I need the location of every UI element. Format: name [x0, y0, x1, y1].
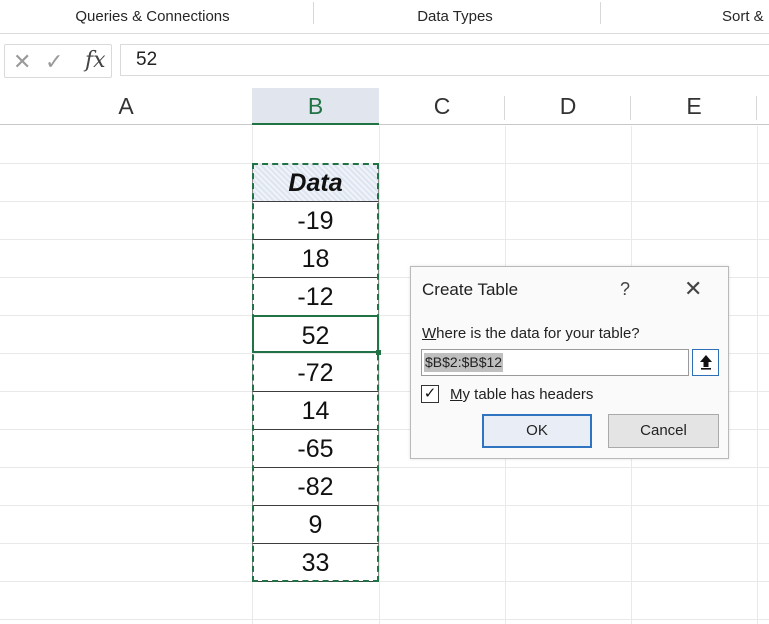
grid-line: [0, 543, 769, 544]
column-separator: [504, 96, 505, 120]
prompt-accelerator: W: [422, 325, 437, 342]
column-header-a[interactable]: A: [0, 88, 252, 125]
prompt-text: here is the data for your table?: [436, 325, 640, 342]
column-header-d[interactable]: D: [505, 88, 631, 125]
ribbon-separator: [600, 2, 601, 24]
close-button[interactable]: ✕: [684, 276, 702, 302]
formula-bar: ✕ ✓ fx 52: [0, 34, 769, 88]
range-input[interactable]: $B$2:$B$12: [421, 349, 689, 376]
create-table-dialog: Create Table ? ✕ Where is the data for y…: [410, 266, 729, 459]
table-header-cell[interactable]: Data: [252, 164, 379, 202]
headers-checkbox[interactable]: ✓: [421, 385, 439, 403]
range-prompt-label: Where is the data for your table?: [422, 325, 640, 342]
table-cell[interactable]: 33: [252, 544, 379, 582]
table-cell[interactable]: 18: [252, 240, 379, 278]
collapse-dialog-button[interactable]: [692, 349, 719, 376]
column-header-b[interactable]: B: [252, 88, 379, 125]
grid-line: [379, 126, 380, 624]
data-types-group[interactable]: Data Types: [390, 0, 520, 33]
column-separator: [630, 96, 631, 120]
table-cell[interactable]: -65: [252, 430, 379, 468]
table-cell[interactable]: 9: [252, 506, 379, 544]
ribbon-separator: [313, 2, 314, 24]
help-button[interactable]: ?: [620, 279, 630, 300]
grid-line: [0, 619, 769, 620]
checkbox-label-text: y table has headers: [462, 386, 594, 403]
table-cell[interactable]: -72: [252, 354, 379, 392]
check-icon[interactable]: ✓: [45, 49, 63, 75]
dialog-title: Create Table: [422, 280, 519, 299]
cancel-button[interactable]: Cancel: [608, 414, 719, 448]
grid-line: [0, 239, 769, 240]
ok-button[interactable]: OK: [482, 414, 592, 448]
fx-icon[interactable]: fx: [85, 48, 106, 73]
formula-icons: ✕ ✓ fx: [4, 44, 112, 78]
grid-line: [0, 201, 769, 202]
grid-line: [757, 126, 758, 624]
table-cell[interactable]: -82: [252, 468, 379, 506]
grid-line: [0, 467, 769, 468]
column-separator: [756, 96, 757, 120]
formula-input[interactable]: 52: [120, 44, 769, 76]
sort-filter-group[interactable]: Sort &: [722, 0, 769, 33]
table-cell[interactable]: -12: [252, 278, 379, 316]
headers-checkbox-label[interactable]: My table has headers: [450, 386, 593, 403]
column-header-c[interactable]: C: [379, 88, 505, 125]
table-cell[interactable]: -19: [252, 202, 379, 240]
checkbox-accelerator: M: [450, 386, 463, 403]
column-header-e[interactable]: E: [631, 88, 757, 125]
grid-line: [0, 163, 769, 164]
table-cell[interactable]: 14: [252, 392, 379, 430]
column-header-f[interactable]: [757, 88, 769, 125]
up-arrow-icon: [699, 355, 712, 370]
range-input-value: $B$2:$B$12: [424, 353, 504, 372]
grid-line: [0, 505, 769, 506]
grid-line: [0, 581, 769, 582]
queries-connections-group[interactable]: Queries & Connections: [40, 0, 265, 33]
fill-handle[interactable]: [376, 350, 381, 355]
ribbon-strip: Queries & Connections Data Types Sort &: [0, 0, 769, 34]
active-cell[interactable]: 52: [252, 315, 379, 353]
x-icon[interactable]: ✕: [13, 49, 31, 75]
